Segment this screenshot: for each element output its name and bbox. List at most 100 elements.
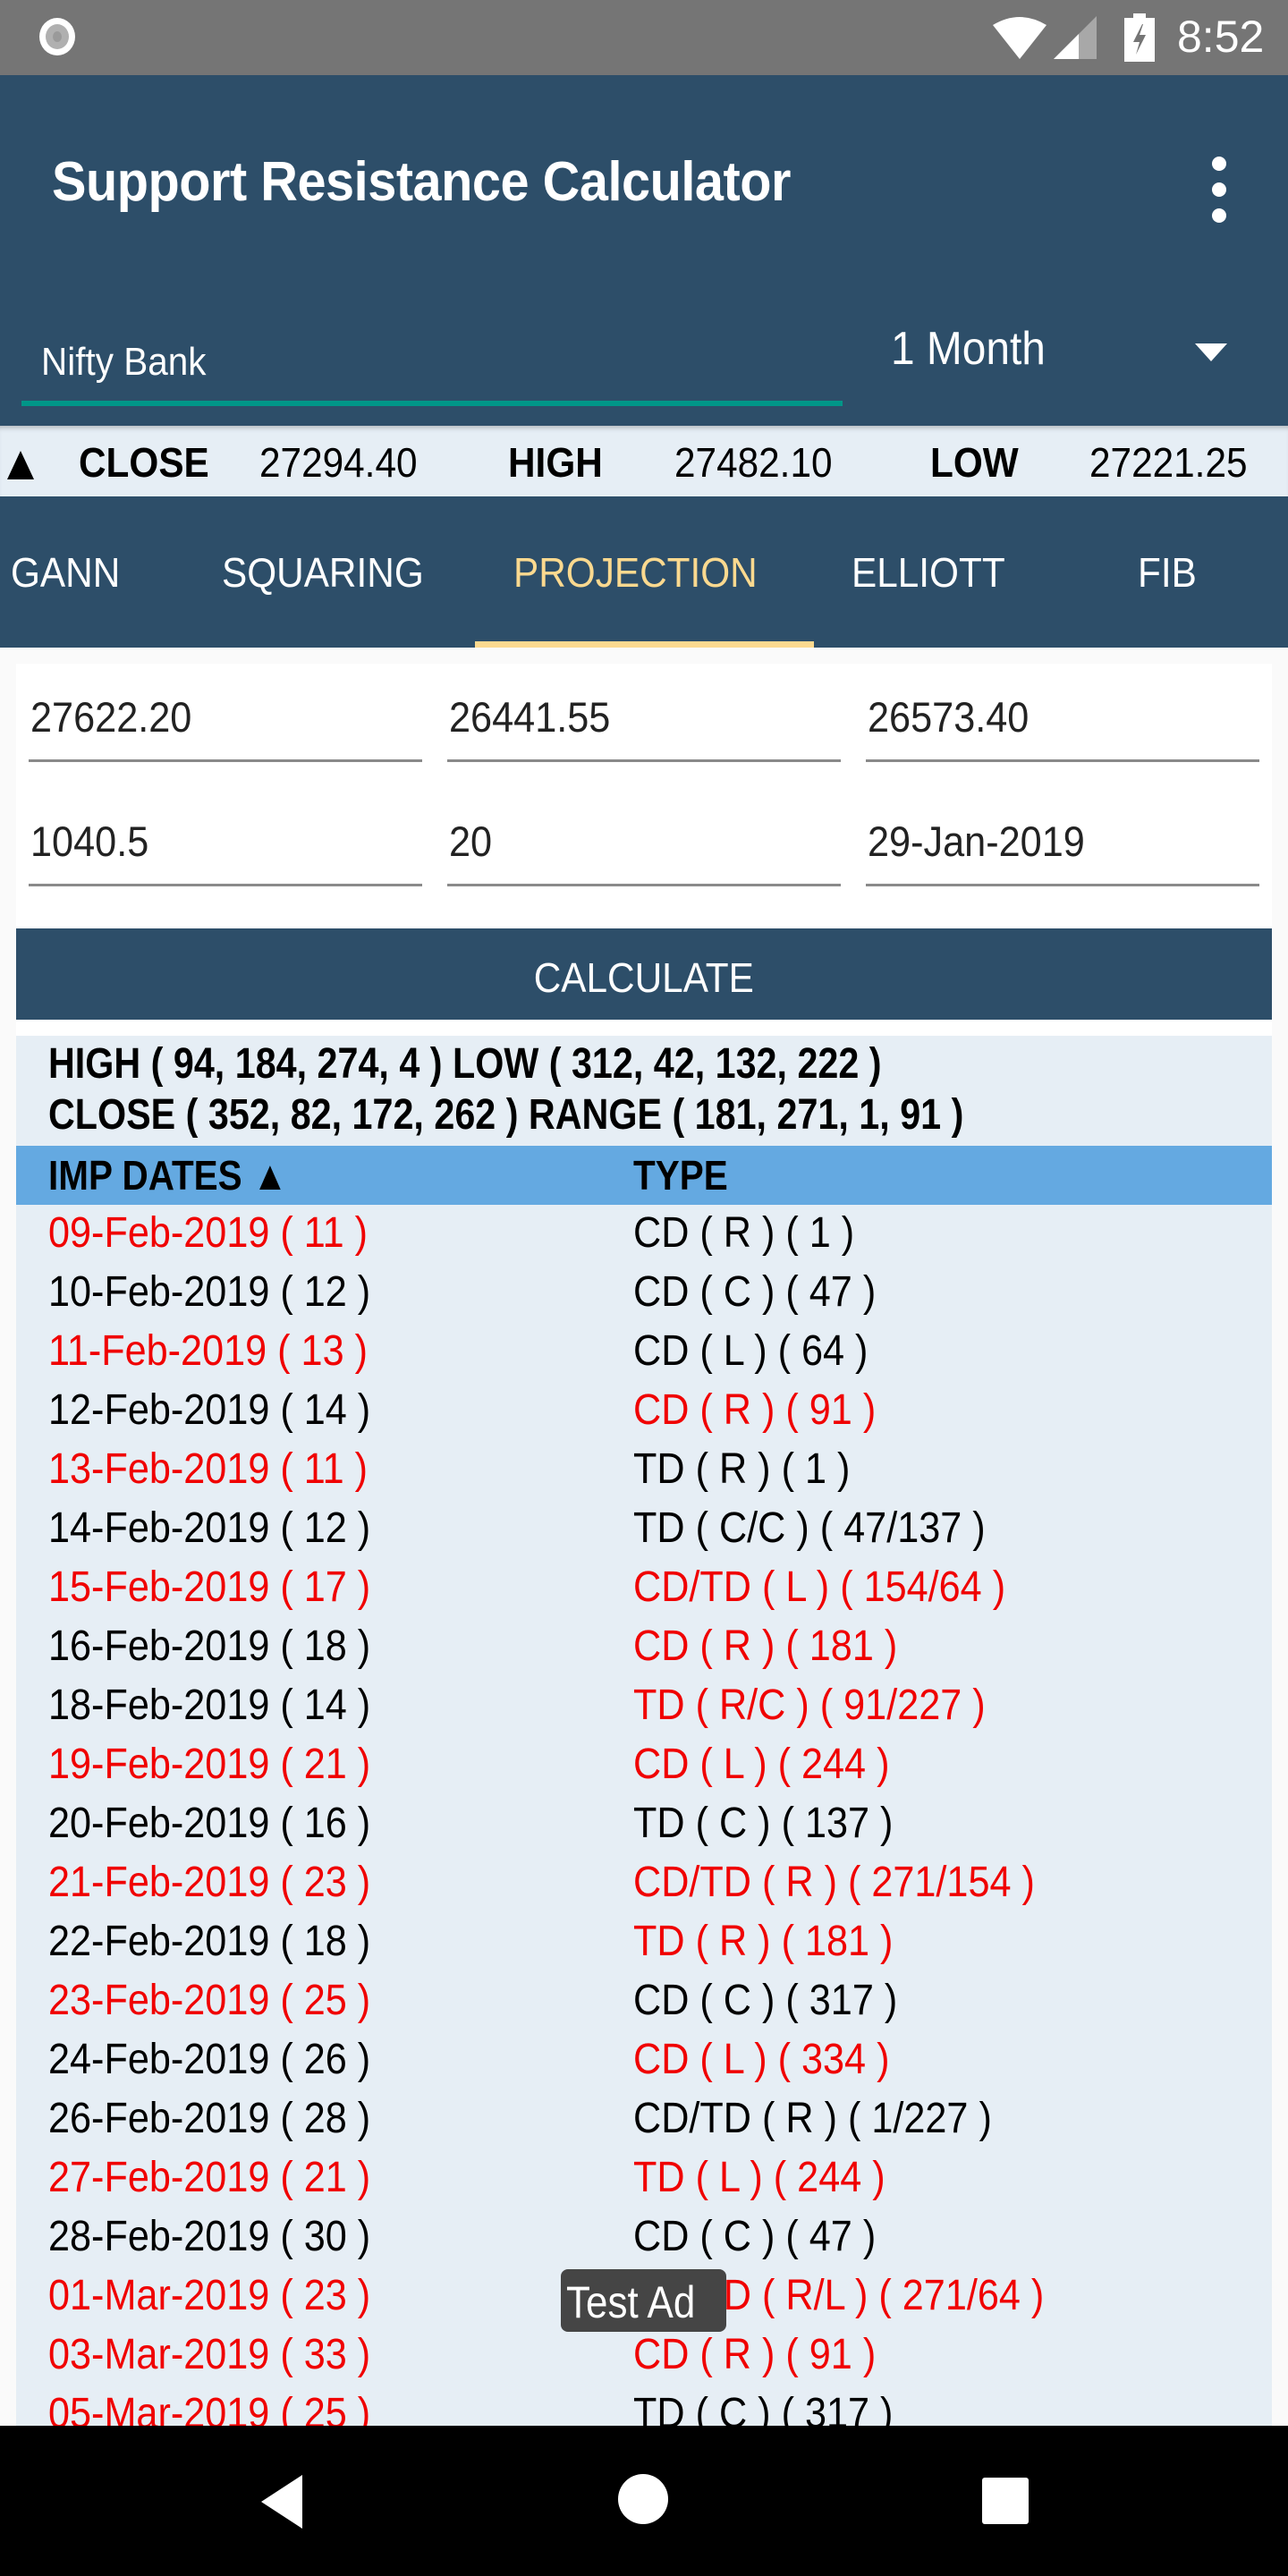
calculate-button[interactable]: CALCULATE — [16, 928, 1272, 1020]
row-type: TD ( L ) ( 244 ) — [633, 2154, 886, 2201]
table-row[interactable]: 27-Feb-2019 ( 21 ) TD ( L ) ( 244 ) — [16, 2149, 1272, 2208]
row-type: TD ( R ) ( 1 ) — [633, 1445, 851, 1493]
table-row[interactable]: 20-Feb-2019 ( 16 ) TD ( C ) ( 137 ) — [16, 1795, 1272, 1854]
notification-circle-icon — [39, 18, 75, 55]
row-date: 22-Feb-2019 ( 18 ) — [48, 1918, 371, 1965]
tab-label: FIB — [1138, 549, 1197, 596]
row-date: 23-Feb-2019 ( 25 ) — [48, 1977, 371, 2024]
status-time: 8:52 — [1177, 12, 1265, 62]
table-row[interactable]: 19-Feb-2019 ( 21 ) CD ( L ) ( 244 ) — [16, 1736, 1272, 1795]
period-selected-value: 1 Month — [891, 323, 1046, 375]
table-row[interactable]: 03-Mar-2019 ( 33 ) CD ( R ) ( 91 ) — [16, 2326, 1272, 2385]
row-type: CD ( L ) ( 334 ) — [633, 2036, 890, 2083]
table-row[interactable]: 05-Mar-2019 ( 25 ) TD ( C ) ( 317 ) — [16, 2385, 1272, 2426]
summary-line-close-range: CLOSE ( 352, 82, 172, 262 ) RANGE ( 181,… — [48, 1091, 964, 1139]
row-type: CD ( C ) ( 47 ) — [633, 2213, 877, 2260]
row-type: CD/TD ( L ) ( 154/64 ) — [633, 1563, 1006, 1611]
tab-label: ELLIOTT — [852, 549, 1005, 596]
row-date: 10-Feb-2019 ( 12 ) — [48, 1268, 371, 1316]
tab-fib[interactable]: FIB — [1082, 496, 1288, 648]
row-date: 12-Feb-2019 ( 14 ) — [48, 1386, 371, 1434]
table-row[interactable]: 18-Feb-2019 ( 14 ) TD ( R/C ) ( 91/227 ) — [16, 1677, 1272, 1736]
input-close[interactable]: 26573.40 — [866, 682, 1259, 762]
table-row[interactable]: 26-Feb-2019 ( 28 ) CD/TD ( R ) ( 1/227 ) — [16, 2090, 1272, 2149]
tab-projection[interactable]: PROJECTION — [475, 496, 814, 648]
table-row[interactable]: 10-Feb-2019 ( 12 ) CD ( C ) ( 47 ) — [16, 1264, 1272, 1323]
more-vert-icon[interactable] — [1199, 157, 1240, 226]
low-value: 27221.25 — [1089, 439, 1248, 486]
tab-label: SQUARING — [222, 549, 424, 596]
row-date: 27-Feb-2019 ( 21 ) — [48, 2154, 371, 2201]
row-type: CD ( L ) ( 64 ) — [633, 1327, 869, 1375]
tab-label: GANN — [11, 549, 121, 596]
table-header: IMP DATES ▲ TYPE — [16, 1146, 1272, 1205]
row-type: CD ( C ) ( 317 ) — [633, 1977, 898, 2024]
dropdown-arrow-icon — [1195, 343, 1227, 361]
battery-charging-icon — [1124, 13, 1155, 62]
row-date: 14-Feb-2019 ( 12 ) — [48, 1504, 371, 1552]
summary-line-high-low: HIGH ( 94, 184, 274, 4 ) LOW ( 312, 42, … — [48, 1040, 882, 1088]
high-value: 27482.10 — [674, 439, 833, 486]
table-row[interactable]: 15-Feb-2019 ( 17 ) CD/TD ( L ) ( 154/64 ) — [16, 1559, 1272, 1618]
row-date: 11-Feb-2019 ( 13 ) — [48, 1327, 368, 1375]
row-date: 28-Feb-2019 ( 30 ) — [48, 2213, 371, 2260]
table-row[interactable]: 14-Feb-2019 ( 12 ) TD ( C/C ) ( 47/137 ) — [16, 1500, 1272, 1559]
wifi-icon — [993, 17, 1046, 59]
input-low[interactable]: 26441.55 — [447, 682, 841, 762]
table-row[interactable]: 12-Feb-2019 ( 14 ) CD ( R ) ( 91 ) — [16, 1382, 1272, 1441]
test-ad-label: Test Ad — [566, 2277, 696, 2327]
row-type: TD ( R ) ( 181 ) — [633, 1918, 894, 1965]
dates-table[interactable]: 09-Feb-2019 ( 11 ) CD ( R ) ( 1 ) 10-Feb-2… — [16, 1205, 1272, 2426]
input-value: 26573.40 — [868, 693, 1030, 741]
tab-squaring[interactable]: SQUARING — [197, 496, 475, 648]
row-date: 18-Feb-2019 ( 14 ) — [48, 1682, 371, 1729]
row-date: 21-Feb-2019 ( 23 ) — [48, 1859, 371, 1906]
row-type: CD/TD ( R ) ( 1/227 ) — [633, 2095, 992, 2142]
low-label: LOW — [930, 439, 1019, 486]
table-row[interactable]: 13-Feb-2019 ( 11 ) TD ( R ) ( 1 ) — [16, 1441, 1272, 1500]
input-high[interactable]: 27622.20 — [29, 682, 422, 762]
recents-icon[interactable] — [982, 2478, 1029, 2524]
table-row[interactable]: 09-Feb-2019 ( 11 ) CD ( R ) ( 1 ) — [16, 1205, 1272, 1264]
close-value: 27294.40 — [259, 439, 418, 486]
column-header-imp-dates[interactable]: IMP DATES ▲ — [48, 1151, 288, 1199]
active-tab-indicator — [475, 641, 814, 648]
symbol-input-value: Nifty Bank — [41, 340, 207, 384]
row-date: 15-Feb-2019 ( 17 ) — [48, 1563, 371, 1611]
back-icon[interactable] — [259, 2475, 304, 2529]
row-date: 01-Mar-2019 ( 23 ) — [48, 2272, 371, 2319]
row-type: CD ( R ) ( 181 ) — [633, 1623, 898, 1670]
row-date: 26-Feb-2019 ( 28 ) — [48, 2095, 371, 2142]
table-row[interactable]: 11-Feb-2019 ( 13 ) CD ( L ) ( 64 ) — [16, 1323, 1272, 1382]
table-row[interactable]: 21-Feb-2019 ( 23 ) CD/TD ( R ) ( 271/154 … — [16, 1854, 1272, 1913]
input-days[interactable]: 20 — [447, 806, 841, 886]
input-date[interactable]: 29-Jan-2019 — [866, 806, 1259, 886]
input-value: 1040.5 — [30, 818, 149, 865]
row-type: CD ( R ) ( 91 ) — [633, 1386, 877, 1434]
table-row[interactable]: 16-Feb-2019 ( 18 ) CD ( R ) ( 181 ) — [16, 1618, 1272, 1677]
up-triangle-icon — [7, 451, 34, 479]
row-date: 03-Mar-2019 ( 33 ) — [48, 2331, 371, 2378]
tab-bar: GANN SQUARING PROJECTION ELLIOTT FIB — [0, 496, 1288, 648]
symbol-input[interactable]: Nifty Bank — [21, 322, 843, 406]
symbol-input-underline — [21, 401, 843, 406]
table-row[interactable]: 23-Feb-2019 ( 25 ) CD ( C ) ( 317 ) — [16, 1972, 1272, 2031]
tab-elliott[interactable]: ELLIOTT — [814, 496, 1082, 648]
price-ticker: CLOSE 27294.40 HIGH 27482.10 LOW 27221.2… — [0, 426, 1288, 496]
row-date: 09-Feb-2019 ( 11 ) — [48, 1209, 368, 1257]
input-range[interactable]: 1040.5 — [29, 806, 422, 886]
period-dropdown[interactable]: 1 Month — [877, 311, 1270, 397]
table-row[interactable]: 22-Feb-2019 ( 18 ) TD ( R ) ( 181 ) — [16, 1913, 1272, 1972]
table-row[interactable]: 24-Feb-2019 ( 26 ) CD ( L ) ( 334 ) — [16, 2031, 1272, 2090]
high-label: HIGH — [508, 439, 603, 486]
row-type: TD ( C ) ( 137 ) — [633, 1800, 894, 1847]
summary-panel: HIGH ( 94, 184, 274, 4 ) LOW ( 312, 42, … — [16, 1036, 1272, 1146]
tab-gann[interactable]: GANN — [0, 496, 197, 648]
row-date: 05-Mar-2019 ( 25 ) — [48, 2390, 371, 2426]
home-icon[interactable] — [618, 2474, 668, 2524]
row-type: CD ( C ) ( 47 ) — [633, 1268, 877, 1316]
table-row[interactable]: 28-Feb-2019 ( 30 ) CD ( C ) ( 47 ) — [16, 2208, 1272, 2267]
row-type: CD ( L ) ( 244 ) — [633, 1741, 890, 1788]
tab-label: PROJECTION — [513, 549, 758, 596]
test-ad-badge[interactable]: Test Ad — [561, 2269, 726, 2332]
